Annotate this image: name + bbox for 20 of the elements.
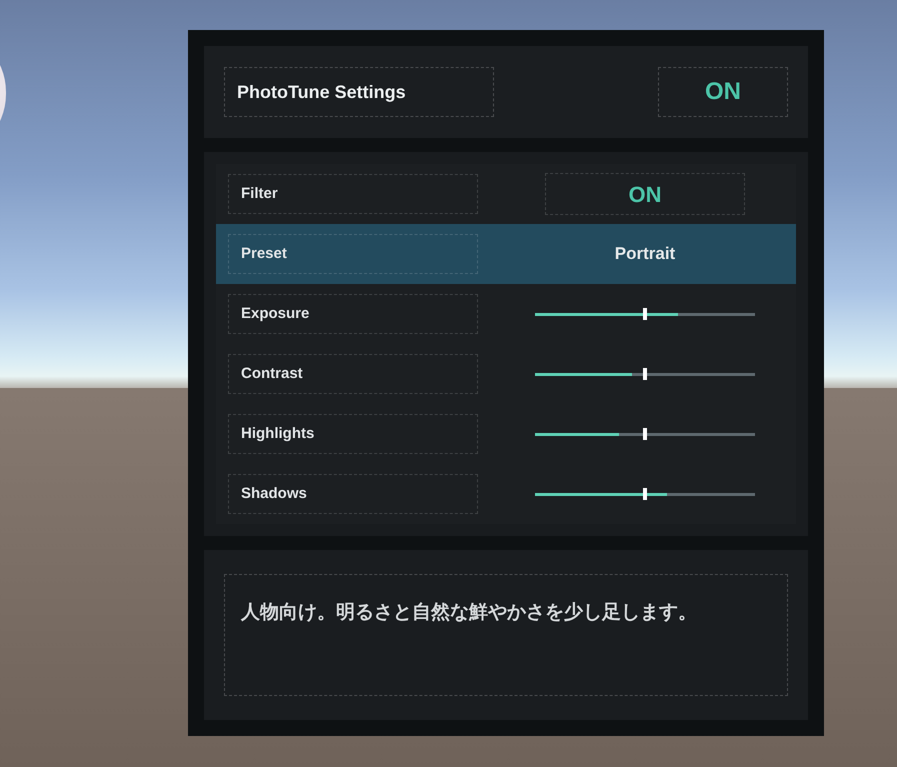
toggle-button[interactable]: ON — [658, 67, 788, 117]
row-label: Contrast — [228, 354, 478, 394]
preset-value: Portrait — [614, 243, 676, 266]
center-mark-icon — [643, 428, 647, 440]
slider-track[interactable] — [535, 488, 755, 500]
slider-track[interactable] — [535, 428, 755, 440]
settings-row[interactable]: Preset Portrait — [216, 224, 796, 284]
row-label: Preset — [228, 234, 478, 274]
row-label: Exposure — [228, 294, 478, 334]
toggle-button[interactable]: ON — [545, 173, 745, 215]
center-mark-icon — [643, 308, 647, 320]
row-label: Filter — [228, 174, 478, 214]
center-mark-icon — [643, 488, 647, 500]
row-label: Highlights — [228, 414, 478, 454]
slider-track[interactable] — [535, 368, 755, 380]
slider-track[interactable] — [535, 308, 755, 320]
panel-title: PhotoTune Settings — [224, 67, 494, 117]
center-mark-icon — [643, 368, 647, 380]
row-label: Shadows — [228, 474, 478, 514]
description-text: 人物向け。明るさと自然な鮮やかさを少し足します。 — [224, 574, 788, 696]
